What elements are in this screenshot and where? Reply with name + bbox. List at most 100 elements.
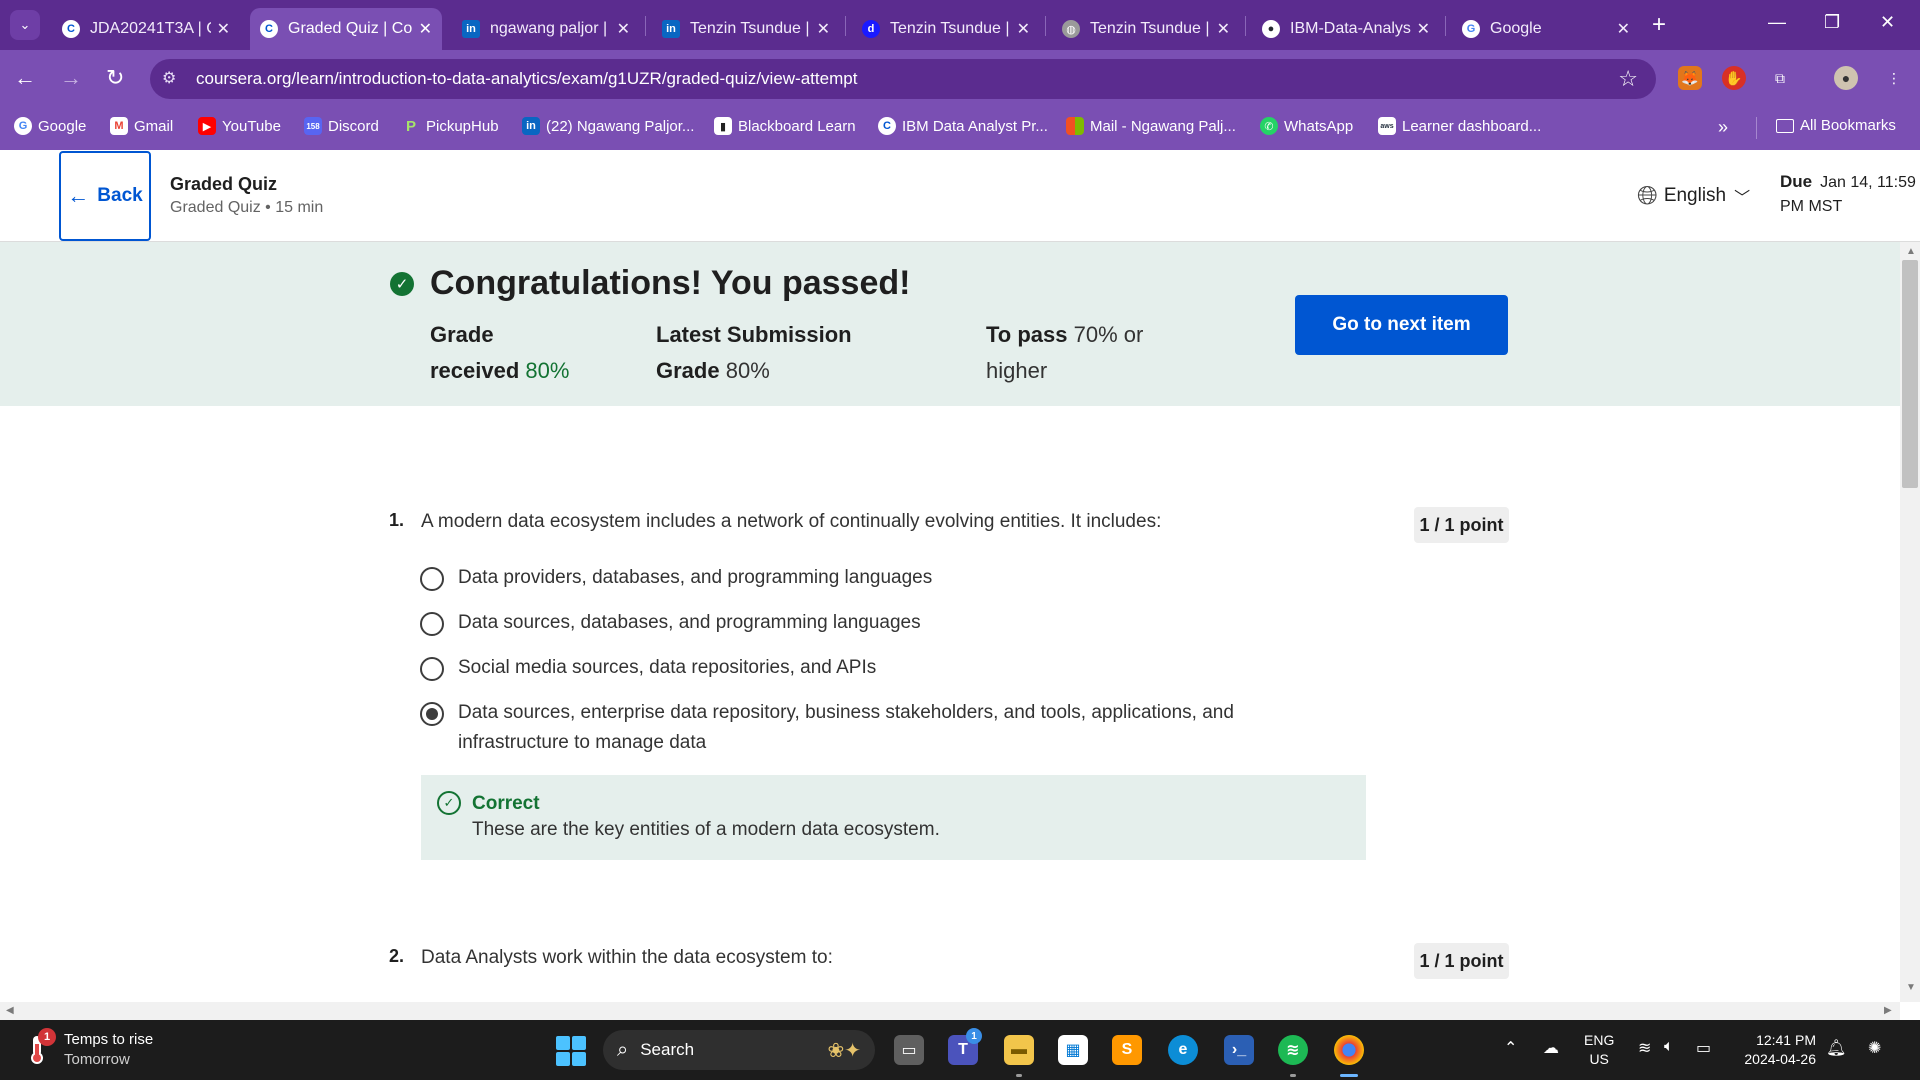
bookmark-star-icon[interactable]: ☆	[1618, 66, 1638, 92]
close-tab-icon[interactable]: ✕	[217, 19, 230, 39]
extensions-puzzle-icon[interactable]: ⧉	[1768, 66, 1792, 90]
latest-label: Latest Submission	[656, 322, 852, 347]
browser-tab[interactable]: ◍ Tenzin Tsundue | ✕	[1052, 8, 1240, 50]
browser-menu-kebab-icon[interactable]: ⋮	[1882, 66, 1906, 90]
profile-avatar[interactable]: ●	[1834, 66, 1858, 90]
battery-icon[interactable]: ▭	[1696, 1038, 1711, 1058]
show-hidden-icons-chevron-icon[interactable]: ⌃	[1504, 1038, 1517, 1058]
bookmark-item[interactable]: ▮ Blackboard Learn	[714, 117, 856, 135]
back-button[interactable]: ← Back	[59, 151, 151, 241]
browser-tab-active[interactable]: C Graded Quiz | Co ✕	[250, 8, 442, 50]
wifi-icon[interactable]: ≋	[1638, 1038, 1651, 1058]
notification-bell-icon[interactable]: 🔔︎	[1826, 1038, 1846, 1058]
stop-hand-extension-icon[interactable]: ✋	[1722, 66, 1746, 90]
windows-start-icon[interactable]	[556, 1036, 586, 1066]
browser-tab[interactable]: ● IBM-Data-Analys ✕	[1252, 8, 1440, 50]
bookmark-item[interactable]: C IBM Data Analyst Pr...	[878, 117, 1048, 135]
close-tab-icon[interactable]: ✕	[419, 19, 432, 39]
chrome-icon[interactable]	[1334, 1035, 1364, 1065]
folder-icon	[1776, 118, 1794, 133]
weather-notification-badge: 1	[38, 1028, 56, 1046]
bookmark-item[interactable]: ✆ WhatsApp	[1260, 117, 1353, 135]
system-clock[interactable]: 12:41 PM 2024-04-26	[1736, 1031, 1816, 1069]
more-bookmarks-chevron-icon[interactable]: »	[1718, 117, 1728, 138]
microsoft-mail-icon: ■	[1066, 117, 1084, 135]
restore-window-icon[interactable]: ❐	[1824, 12, 1840, 33]
radio-button[interactable]	[420, 657, 444, 681]
back-arrow-icon: ←	[67, 183, 90, 208]
back-arrow-icon[interactable]: ←	[14, 64, 36, 92]
active-app-indicator	[1340, 1074, 1358, 1077]
task-view-icon[interactable]: ▭	[894, 1035, 924, 1065]
bookmark-item[interactable]: aws Learner dashboard...	[1378, 117, 1541, 135]
answer-option[interactable]: Data sources, databases, and programming…	[420, 612, 1338, 638]
scroll-up-arrow-icon[interactable]: ▲	[1906, 246, 1916, 257]
site-settings-icon[interactable]: ⚙	[162, 68, 176, 88]
metamask-extension-icon[interactable]: 🦊	[1678, 66, 1702, 90]
go-to-next-item-button[interactable]: Go to next item	[1295, 295, 1508, 355]
close-tab-icon[interactable]: ✕	[1017, 19, 1030, 39]
browser-tab[interactable]: C JDA20241T3A | C ✕	[52, 8, 240, 50]
tab-search-chevron-icon[interactable]: ⌄	[10, 10, 40, 40]
close-tab-icon[interactable]: ✕	[1617, 19, 1630, 39]
question-text: Data Analysts work within the data ecosy…	[421, 947, 833, 968]
onedrive-cloud-icon[interactable]: ☁	[1543, 1038, 1559, 1058]
tab-separator	[1045, 16, 1046, 36]
browser-tab[interactable]: in Tenzin Tsundue | ✕	[652, 8, 840, 50]
radio-button[interactable]	[420, 612, 444, 636]
bookmark-item[interactable]: in (22) Ngawang Paljor...	[522, 117, 694, 135]
grade-received: Grade received 80%	[430, 317, 569, 389]
edge-browser-icon[interactable]: e	[1168, 1035, 1198, 1065]
close-tab-icon[interactable]: ✕	[817, 19, 830, 39]
all-bookmarks-button[interactable]: All Bookmarks	[1776, 117, 1896, 134]
volume-icon[interactable]: 🔈︎	[1664, 1038, 1674, 1056]
close-tab-icon[interactable]: ✕	[1417, 19, 1430, 39]
close-tab-icon[interactable]: ✕	[617, 19, 630, 39]
taskbar-search-box[interactable]: ⌕ Search ❀✦	[603, 1030, 875, 1070]
scroll-right-arrow-icon[interactable]: ▶	[1884, 1005, 1892, 1016]
sublime-text-icon[interactable]: S	[1112, 1035, 1142, 1065]
radio-button-selected[interactable]	[420, 702, 444, 726]
browser-tab[interactable]: in ngawang paljor | ✕	[452, 8, 640, 50]
spotify-icon[interactable]: ≋	[1278, 1035, 1308, 1065]
tab-separator	[1245, 16, 1246, 36]
answer-option-selected[interactable]: Data sources, enterprise data repository…	[420, 702, 1338, 758]
bookmark-item[interactable]: ▶ YouTube	[198, 117, 281, 135]
answer-option[interactable]: Data providers, databases, and programmi…	[420, 567, 1338, 593]
bookmark-item[interactable]: 158 Discord	[304, 117, 379, 135]
input-language-indicator[interactable]: ENG US	[1584, 1031, 1614, 1069]
microsoft-store-icon[interactable]: ▦	[1058, 1035, 1088, 1065]
address-bar[interactable]: ⚙ coursera.org/learn/introduction-to-dat…	[150, 59, 1656, 99]
forward-arrow-icon[interactable]: →	[60, 64, 82, 92]
answer-option[interactable]: Social media sources, data repositories,…	[420, 657, 1338, 683]
minimize-window-icon[interactable]: —	[1768, 12, 1786, 33]
url-text[interactable]: coursera.org/learn/introduction-to-data-…	[196, 69, 857, 89]
horizontal-scrollbar[interactable]	[0, 1002, 1900, 1020]
reload-icon[interactable]: ↻	[106, 64, 124, 92]
clock-date: 2024-04-26	[1744, 1051, 1816, 1067]
due-date-line2: PM MST	[1780, 198, 1843, 215]
scroll-down-arrow-icon[interactable]: ▼	[1906, 982, 1916, 993]
weather-subtitle[interactable]: Tomorrow	[64, 1051, 130, 1068]
bookmark-item[interactable]: P PickupHub	[402, 117, 499, 135]
bookmark-item[interactable]: M Gmail	[110, 117, 173, 135]
check-circle-icon: ✓	[390, 272, 414, 296]
copilot-icon[interactable]: ✺	[1868, 1038, 1881, 1058]
scroll-left-arrow-icon[interactable]: ◀	[6, 1005, 14, 1016]
powershell-icon[interactable]: ›_	[1224, 1035, 1254, 1065]
browser-tab[interactable]: G Google ✕	[1452, 8, 1640, 50]
vertical-scrollbar-thumb[interactable]	[1902, 260, 1918, 488]
browser-tab[interactable]: d Tenzin Tsundue | ✕	[852, 8, 1040, 50]
radio-button[interactable]	[420, 567, 444, 591]
bookmark-item[interactable]: ■ Mail - Ngawang Palj...	[1066, 117, 1236, 135]
bookmark-item[interactable]: G Google	[14, 117, 86, 135]
weather-title[interactable]: Temps to rise	[64, 1031, 153, 1048]
option-label: Data sources, enterprise data repository…	[458, 702, 1234, 753]
language-selector[interactable]: 🌐︎ English ﹀	[1637, 180, 1750, 212]
page-title: Graded Quiz	[170, 174, 278, 194]
bookmark-label: YouTube	[222, 117, 281, 135]
close-tab-icon[interactable]: ✕	[1217, 19, 1230, 39]
new-tab-plus-icon[interactable]: +	[1652, 12, 1666, 38]
file-explorer-icon[interactable]: ▬	[1004, 1035, 1034, 1065]
close-window-icon[interactable]: ✕	[1880, 12, 1895, 33]
